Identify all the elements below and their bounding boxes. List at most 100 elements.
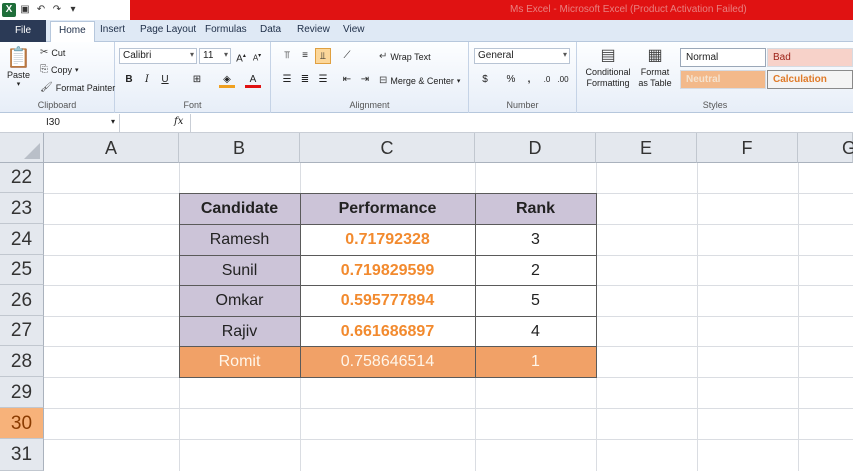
tab-file[interactable]: File [0, 20, 46, 42]
tab-data[interactable]: Data [260, 24, 281, 35]
tab-page-layout[interactable]: Page Layout [140, 24, 196, 35]
redo-icon[interactable]: ↷ [50, 3, 64, 17]
borders-icon[interactable]: ⊞ [189, 72, 205, 88]
cell-candidate[interactable]: Omkar [179, 286, 300, 316]
shrink-font-icon[interactable]: A▾ [249, 48, 265, 64]
row-header-23[interactable]: 23 [0, 193, 44, 224]
tab-home[interactable]: Home [50, 21, 95, 42]
align-bottom-icon[interactable]: ⫫ [315, 48, 331, 64]
cell-candidate[interactable]: Romit [179, 347, 300, 377]
copy-button[interactable]: ⎘ Copy ▾ [40, 63, 79, 77]
underline-button[interactable]: U [157, 72, 173, 88]
font-name-select[interactable]: Calibri ▾ [119, 48, 197, 64]
row-header-26[interactable]: 26 [0, 285, 44, 316]
font-name-value: Calibri [123, 50, 152, 61]
increase-decimal-icon[interactable]: .0 [539, 72, 555, 88]
copy-icon: ⎘ [40, 64, 48, 75]
quick-access-toolbar: X ▣ ↶ ↷ ▾ [2, 3, 80, 17]
row-header-24[interactable]: 24 [0, 224, 44, 255]
decrease-decimal-icon[interactable]: .00 [555, 72, 571, 88]
tab-review[interactable]: Review [297, 24, 330, 35]
style-calculation[interactable]: Calculation [767, 70, 853, 89]
ribbon-tabs: File Home Insert Page Layout Formulas Da… [0, 20, 853, 42]
column-header-a[interactable]: A [44, 133, 179, 163]
align-middle-icon[interactable]: ≡ [297, 48, 313, 64]
style-normal[interactable]: Normal [680, 48, 766, 67]
cell-performance[interactable]: 0.758646514 [300, 347, 475, 377]
cell-rank[interactable]: 3 [475, 225, 596, 255]
column-header-d[interactable]: D [475, 133, 596, 163]
merge-center-button[interactable]: ⊟ Merge & Center ▾ [379, 74, 460, 88]
style-neutral[interactable]: Neutral [680, 70, 766, 89]
grow-font-icon[interactable]: A▴ [233, 48, 249, 64]
column-header-b[interactable]: B [179, 133, 300, 163]
insert-function-button[interactable]: fx [174, 116, 183, 127]
cell-candidate[interactable]: Sunil [179, 256, 300, 285]
row-header-30[interactable]: 30 [0, 408, 44, 439]
column-header-g[interactable]: G [798, 133, 853, 163]
orientation-icon[interactable]: ⟋ [339, 48, 355, 64]
currency-button[interactable]: $ [477, 72, 493, 88]
align-top-icon[interactable]: ⫪ [279, 48, 295, 64]
comma-button[interactable]: , [521, 72, 537, 88]
cell-rank[interactable]: 5 [475, 286, 596, 316]
column-header-c[interactable]: C [300, 133, 475, 163]
cell-rank[interactable]: 2 [475, 256, 596, 285]
wrap-text-button[interactable]: ↵ Wrap Text [379, 50, 431, 64]
worksheet-grid: A B C D E F G 22 23 24 25 26 27 28 29 30… [0, 133, 853, 471]
cell-rank[interactable]: 4 [475, 317, 596, 346]
align-left-icon[interactable]: ☰ [279, 72, 295, 88]
paste-button[interactable]: 📋 Paste ▾ [6, 46, 31, 88]
excel-icon[interactable]: X [2, 3, 16, 17]
font-group-label: Font [183, 100, 202, 110]
row-header-25[interactable]: 25 [0, 255, 44, 285]
number-format-select[interactable]: General ▾ [474, 48, 570, 64]
font-color-icon[interactable]: A [245, 72, 261, 88]
align-center-icon[interactable]: ≣ [297, 72, 313, 88]
cell-performance[interactable]: 0.595777894 [300, 286, 475, 316]
cell-rank[interactable]: 1 [475, 347, 596, 377]
format-painter-button[interactable]: 🖌 Format Painter [40, 81, 115, 95]
tab-insert[interactable]: Insert [100, 24, 125, 35]
tab-view[interactable]: View [343, 24, 365, 35]
clipboard-group: 📋 Paste ▾ ✂ Cut ⎘ Copy ▾ 🖌 Format Painte… [0, 42, 115, 113]
cut-button[interactable]: ✂ Cut [40, 46, 65, 60]
cell-performance[interactable]: 0.71792328 [300, 225, 475, 255]
column-header-e[interactable]: E [596, 133, 697, 163]
ribbon: 📋 Paste ▾ ✂ Cut ⎘ Copy ▾ 🖌 Format Painte… [0, 42, 853, 113]
wrap-text-label: Wrap Text [390, 52, 431, 62]
tab-formulas[interactable]: Formulas [205, 24, 247, 35]
increase-indent-icon[interactable]: ⇥ [357, 72, 373, 88]
table-header-rank[interactable]: Rank [475, 194, 596, 224]
row-header-27[interactable]: 27 [0, 316, 44, 346]
fill-color-icon[interactable]: ◈ [219, 72, 235, 88]
styles-group-label: Styles [702, 100, 728, 110]
bold-button[interactable]: B [121, 72, 137, 88]
name-box[interactable]: I30 ▾ [0, 114, 120, 132]
undo-icon[interactable]: ↶ [34, 3, 48, 17]
font-size-select[interactable]: 11 ▾ [199, 48, 231, 64]
italic-button[interactable]: I [139, 72, 155, 88]
table-header-candidate[interactable]: Candidate [179, 194, 300, 224]
save-icon[interactable]: ▣ [18, 3, 32, 17]
row-header-28[interactable]: 28 [0, 346, 44, 377]
decrease-indent-icon[interactable]: ⇤ [339, 72, 355, 88]
conditional-formatting-button[interactable]: ▤ Conditional Formatting [583, 46, 633, 89]
align-right-icon[interactable]: ☰ [315, 72, 331, 88]
style-bad[interactable]: Bad [767, 48, 853, 67]
column-header-f[interactable]: F [697, 133, 798, 163]
customize-toolbar-icon[interactable]: ▾ [66, 3, 80, 17]
chevron-down-icon: ▾ [16, 81, 21, 88]
cell-candidate[interactable]: Rajiv [179, 317, 300, 346]
percent-button[interactable]: % [503, 72, 519, 88]
select-all-button[interactable] [0, 133, 44, 163]
row-header-31[interactable]: 31 [0, 439, 44, 471]
row-header-22[interactable]: 22 [0, 163, 44, 193]
table-header-performance[interactable]: Performance [300, 194, 475, 224]
formula-input[interactable] [190, 114, 853, 132]
row-header-29[interactable]: 29 [0, 377, 44, 408]
cell-performance[interactable]: 0.661686897 [300, 317, 475, 346]
cell-performance[interactable]: 0.719829599 [300, 256, 475, 285]
cell-candidate[interactable]: Ramesh [179, 225, 300, 255]
format-as-table-button[interactable]: ▦ Format as Table [635, 46, 675, 89]
